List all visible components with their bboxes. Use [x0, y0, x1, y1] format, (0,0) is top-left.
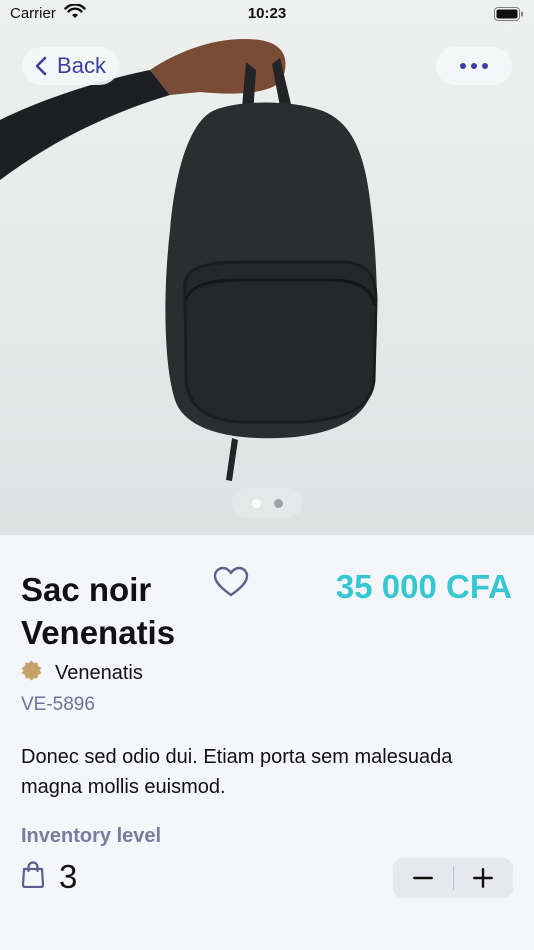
page-dot[interactable]	[273, 498, 283, 508]
more-options-button[interactable]	[436, 47, 512, 85]
inventory-label: Inventory level	[21, 825, 162, 847]
chevron-left-icon	[35, 56, 47, 76]
brand-name: Venenatis	[55, 661, 143, 684]
minus-icon	[412, 876, 433, 880]
brand-row[interactable]: Venenatis	[21, 660, 143, 686]
page-dot-active[interactable]	[251, 498, 261, 508]
plus-icon	[473, 868, 494, 888]
favorite-heart-icon[interactable]	[213, 566, 249, 603]
inventory-count: 3	[59, 858, 78, 895]
product-sku: VE-5896	[21, 694, 95, 715]
product-image-gallery[interactable]: Carrier 10:23 Back	[0, 0, 534, 535]
back-button[interactable]: Back	[22, 47, 119, 85]
product-price: 35 000 CFA	[335, 568, 512, 605]
decrement-button[interactable]	[393, 858, 453, 898]
clock: 10:23	[247, 5, 287, 22]
battery-icon	[494, 7, 524, 25]
product-description: Donec sed odio dui. Etiam porta sem male…	[21, 746, 453, 798]
shopping-bag-icon	[21, 861, 45, 893]
inventory-row: 3	[21, 858, 77, 896]
page-indicator[interactable]	[232, 488, 302, 518]
product-title: Sac noir Venenatis	[21, 571, 176, 651]
brand-badge-icon	[21, 660, 42, 686]
status-bar: Carrier 10:23	[0, 0, 534, 30]
back-label: Back	[57, 53, 106, 78]
increment-button[interactable]	[454, 858, 514, 898]
ellipsis-icon	[460, 63, 488, 69]
quantity-stepper[interactable]	[393, 858, 513, 898]
